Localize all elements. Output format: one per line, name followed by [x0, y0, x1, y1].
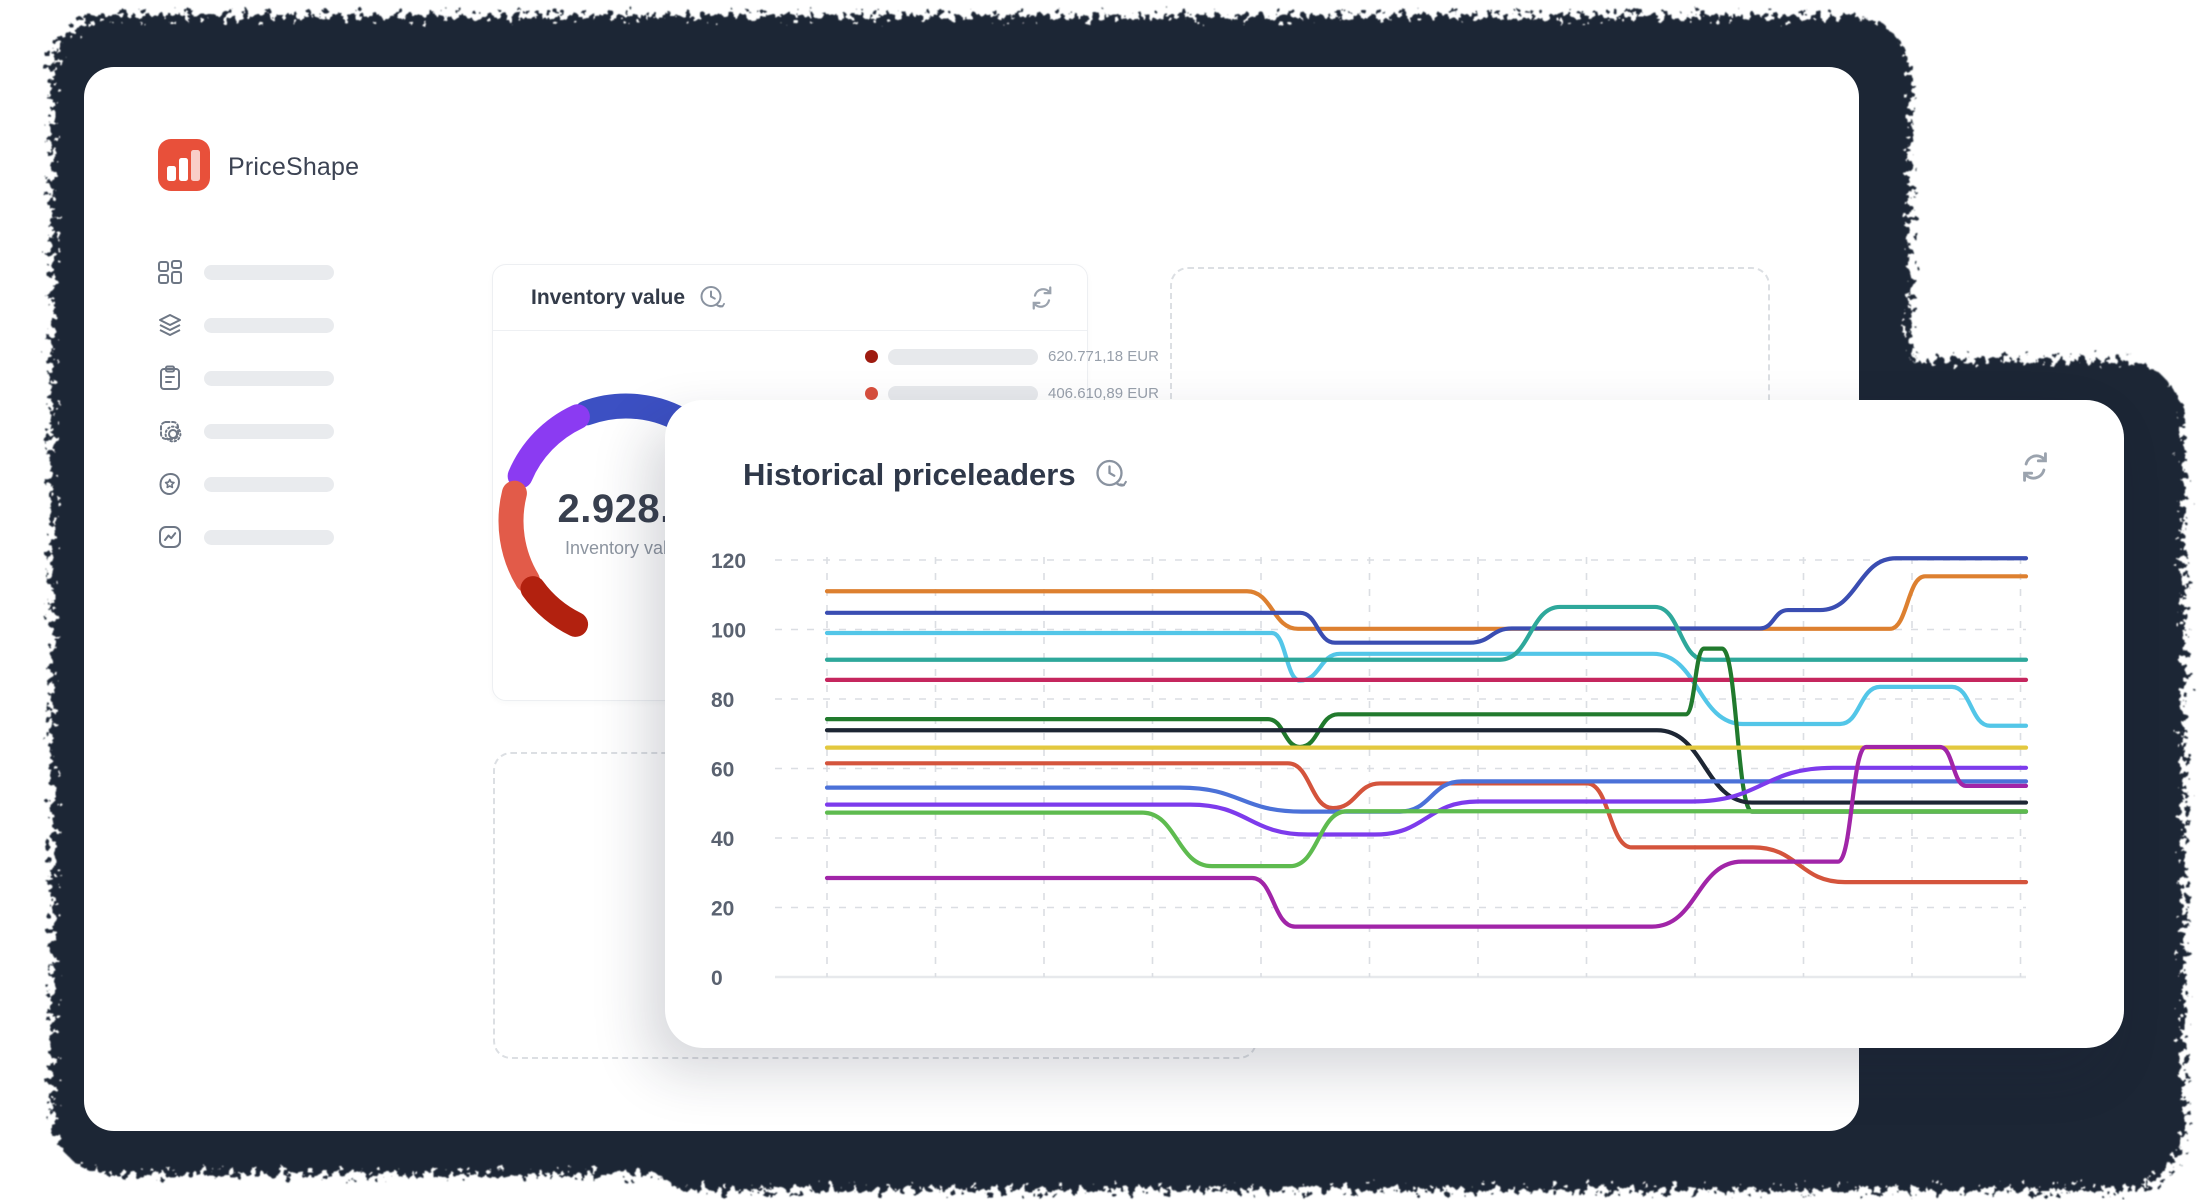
clipboard-icon: [156, 364, 184, 392]
line-01-orange: [827, 576, 2026, 628]
sidebar-item-orders[interactable]: [156, 363, 334, 393]
badge-star-icon: [156, 470, 184, 498]
sidebar-item-automation[interactable]: [156, 416, 334, 446]
svg-text:100: 100: [711, 620, 746, 643]
priceshape-logo-icon: [158, 139, 210, 191]
sidebar-item-layers[interactable]: [156, 310, 334, 340]
svg-text:40: 40: [711, 828, 734, 851]
historical-priceleaders-card: Historical priceleaders 020406080100120: [665, 400, 2124, 1048]
layers-icon: [156, 311, 184, 339]
sidebar-placeholder: [204, 265, 334, 280]
sidebar-placeholder: [204, 424, 334, 439]
sidebar-placeholder: [204, 530, 334, 545]
svg-text:120: 120: [711, 550, 746, 573]
sidebar-item-analytics[interactable]: [156, 522, 334, 552]
brand-name: PriceShape: [228, 153, 359, 182]
chip-gear-icon: [156, 417, 184, 445]
historical-priceleaders-line-chart: 0 20 40 60 80 100 120: [665, 400, 2124, 1048]
svg-text:80: 80: [711, 689, 734, 712]
line-10-blue: [827, 781, 2026, 811]
dashboard-icon: [156, 258, 184, 286]
sidebar-placeholder: [204, 477, 334, 492]
sidebar-placeholder: [204, 371, 334, 386]
sidebar-item-dashboard[interactable]: [156, 257, 334, 287]
svg-text:0: 0: [711, 967, 723, 990]
sidebar-item-brands[interactable]: [156, 469, 334, 499]
line-13-magenta: [827, 747, 2026, 927]
activity-icon: [156, 523, 184, 551]
svg-text:20: 20: [711, 898, 734, 921]
svg-text:60: 60: [711, 759, 734, 782]
page: PriceShape: [0, 0, 2200, 1200]
sidebar-placeholder: [204, 318, 334, 333]
